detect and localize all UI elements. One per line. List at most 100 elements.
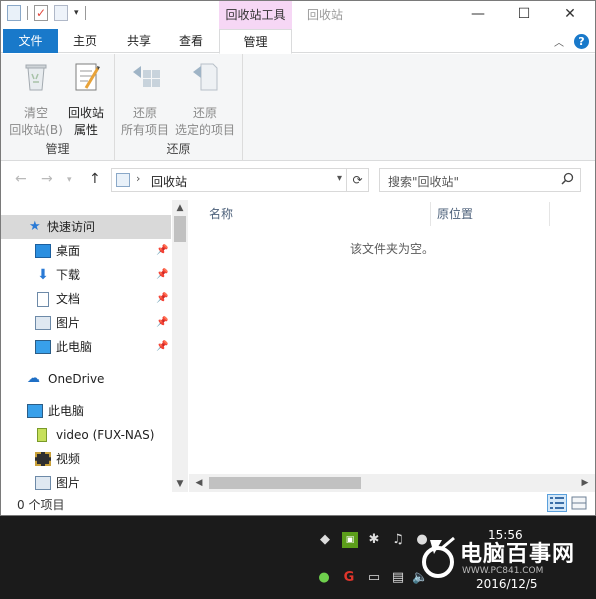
large-icons-view-button[interactable]	[569, 494, 589, 512]
search-icon[interactable]	[561, 172, 574, 185]
forward-arrow-icon[interactable]: →	[41, 171, 53, 187]
wechat-icon[interactable]: ●	[316, 570, 332, 586]
nav-pane-scrollbar[interactable]: ▲ ▼	[172, 200, 188, 492]
restore-all-button[interactable]: 还原 所有项目	[117, 60, 173, 139]
nav-item-label: 快速访问	[47, 220, 96, 234]
properties-check-icon[interactable]: ✓	[34, 5, 48, 21]
ribbon-group-restore: 还原 所有项目 还原 选定的项目 还原	[115, 54, 243, 161]
nav-item-onedrive[interactable]: ☁ OneDrive	[1, 367, 171, 391]
bluetooth-icon[interactable]: ✱	[366, 532, 382, 548]
ribbon-group-label-manage: 管理	[45, 142, 70, 156]
tab-home[interactable]: 主页	[63, 29, 107, 53]
nav-item-downloads[interactable]: ⬇ 下载 📌	[1, 263, 171, 287]
breadcrumb-recycle-bin[interactable]: 回收站	[151, 173, 187, 190]
address-history-dropdown-icon[interactable]: ▾	[337, 173, 342, 184]
battery-icon[interactable]: ▭	[366, 570, 382, 586]
recycle-bin-properties-label-2: 属性	[73, 123, 98, 137]
computer-icon	[27, 404, 43, 418]
restore-all-label-2: 所有项目	[120, 123, 169, 137]
nav-item-network-video[interactable]: video (FUX-NAS)	[1, 423, 171, 447]
item-count: 0 个项目	[17, 498, 65, 512]
column-header-name[interactable]: 名称	[209, 202, 233, 226]
recycle-bin-properties-label-1: 回收站	[67, 106, 104, 120]
minimize-button[interactable]: —	[455, 1, 501, 29]
pin-icon[interactable]: 📌	[156, 239, 168, 263]
empty-recycle-bin-label-2: 回收站(B)	[9, 123, 63, 137]
close-button[interactable]: ✕	[547, 1, 593, 29]
file-list-area[interactable]: 名称 原位置 该文件夹为空。 ◀ ▶	[189, 200, 595, 492]
scroll-left-arrow-icon[interactable]: ◀	[191, 474, 207, 492]
watermark-logo-icon	[422, 536, 455, 578]
watermark-url: WWW.PC841.COM	[462, 566, 544, 576]
horizontal-scrollbar-thumb[interactable]	[209, 477, 361, 489]
quick-access-toolbar: ✓ ▾	[7, 5, 86, 21]
restore-selected-icon	[193, 63, 218, 91]
nav-item-desktop[interactable]: 桌面 📌	[1, 239, 171, 263]
scroll-up-arrow-icon[interactable]: ▲	[172, 200, 188, 216]
pin-icon[interactable]: 📌	[156, 335, 168, 359]
pin-icon[interactable]: 📌	[156, 263, 168, 287]
pin-icon[interactable]: 📌	[156, 311, 168, 335]
show-hidden-icons-icon[interactable]: ◆	[317, 532, 333, 548]
document-icon	[37, 292, 49, 307]
app-g-icon[interactable]: G	[341, 570, 357, 586]
context-tab-recycle-bin-tools: 回收站工具	[219, 1, 292, 29]
pin-icon[interactable]: 📌	[156, 287, 168, 311]
maximize-button[interactable]: ☐	[501, 1, 547, 29]
help-icon[interactable]: ?	[574, 34, 589, 49]
tab-share[interactable]: 共享	[117, 29, 161, 53]
recycle-bin-location-icon	[116, 173, 130, 187]
search-box[interactable]: 搜索"回收站"	[379, 168, 581, 192]
nav-item-label: 图片	[56, 476, 81, 490]
pictures-icon	[35, 316, 51, 330]
details-view-button[interactable]	[547, 494, 567, 512]
scroll-down-arrow-icon[interactable]: ▼	[172, 476, 188, 492]
nav-item-pictures-pc[interactable]: 图片	[1, 471, 171, 492]
window-title: 回收站	[307, 8, 344, 22]
address-bar[interactable]: › 回收站 ▾ ⟳	[111, 168, 369, 192]
empty-recycle-bin-button[interactable]: 清空 回收站(B)	[7, 60, 65, 139]
large-icons-view-icon	[571, 496, 587, 510]
nav-item-label: 视频	[56, 452, 81, 466]
star-icon: ★	[29, 219, 41, 234]
scroll-right-arrow-icon[interactable]: ▶	[577, 474, 593, 492]
column-divider-2[interactable]	[549, 202, 550, 226]
tab-file[interactable]: 文件	[3, 29, 58, 53]
scrollbar-thumb[interactable]	[174, 216, 186, 242]
pictures-icon	[35, 476, 51, 490]
title-bar: ✓ ▾ 回收站工具 回收站 — ☐ ✕	[1, 1, 595, 29]
clock-date[interactable]: 2016/12/5	[476, 577, 538, 591]
recycle-bin-small-icon[interactable]	[7, 5, 21, 21]
tab-view[interactable]: 查看	[169, 29, 213, 53]
videos-icon	[35, 452, 51, 466]
nav-item-this-pc-pinned[interactable]: 此电脑 📌	[1, 335, 171, 359]
network-icon[interactable]: ▤	[390, 570, 406, 586]
back-arrow-icon[interactable]: ←	[15, 171, 27, 187]
tab-manage[interactable]: 管理	[219, 29, 292, 54]
nav-item-videos[interactable]: 视频	[1, 447, 171, 471]
taskbar: ◆ ▣ ✱ ♫ ● ● G ▭ ▤ 🔈 15:56 电脑百事网 WWW.PC84…	[0, 516, 596, 599]
column-header-original-location[interactable]: 原位置	[437, 202, 473, 226]
navigation-pane: ★ 快速访问 桌面 📌 ⬇ 下载 📌 文档 📌 图片 📌 此电脑 📌 ☁ One…	[1, 200, 188, 492]
cloud-icon: ☁	[27, 371, 40, 386]
new-folder-icon[interactable]	[54, 5, 68, 21]
restore-selected-button[interactable]: 还原 选定的项目	[173, 60, 237, 139]
headset-icon[interactable]: ♫	[390, 532, 406, 548]
horizontal-scrollbar[interactable]: ◀ ▶	[189, 474, 595, 492]
collapse-ribbon-icon[interactable]: ︿	[554, 34, 564, 49]
nav-item-pictures[interactable]: 图片 📌	[1, 311, 171, 335]
recent-locations-chevron-icon[interactable]: ▾	[67, 175, 72, 185]
nav-item-quick-access[interactable]: ★ 快速访问	[1, 215, 171, 239]
nav-item-this-pc[interactable]: 此电脑	[1, 399, 171, 423]
nav-item-documents[interactable]: 文档 📌	[1, 287, 171, 311]
desktop-icon	[35, 244, 51, 258]
nvidia-icon[interactable]: ▣	[342, 532, 358, 548]
up-arrow-icon[interactable]: ↑	[89, 171, 101, 187]
empty-folder-message: 该文件夹为空。	[349, 242, 434, 256]
customize-qat-dropdown-icon[interactable]: ▾	[74, 8, 79, 18]
column-divider[interactable]	[430, 202, 431, 226]
empty-recycle-bin-label-1: 清空	[23, 106, 48, 120]
recycle-bin-properties-button[interactable]: 回收站 属性	[63, 60, 109, 139]
breadcrumb-chevron-icon[interactable]: ›	[136, 172, 140, 185]
refresh-icon[interactable]: ⟳	[346, 169, 368, 191]
